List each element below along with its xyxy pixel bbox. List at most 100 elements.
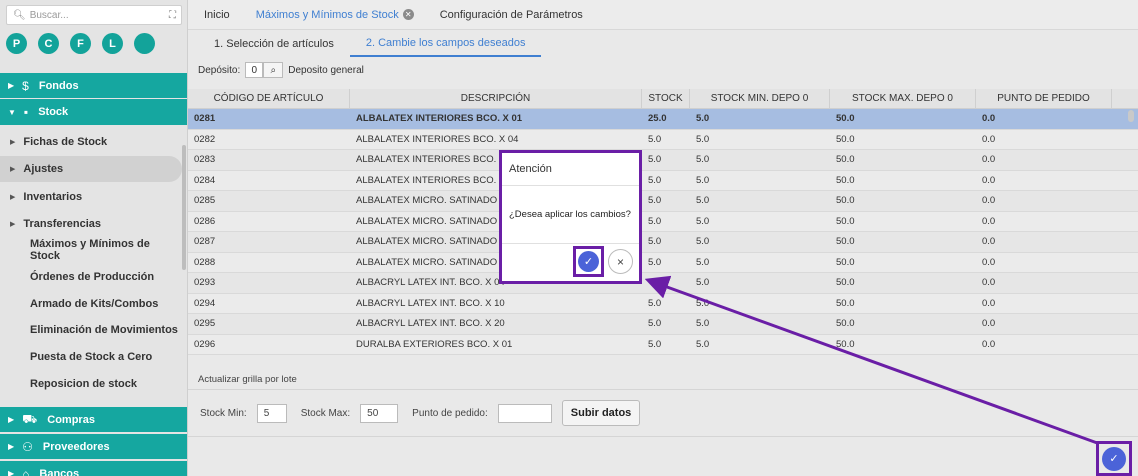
cell-stock-max: 50.0 — [836, 277, 855, 289]
sidebar-item-maximos-minimos[interactable]: Máximos y Mínimos de Stock — [0, 237, 182, 263]
cell-codigo: 0288 — [194, 256, 216, 268]
box-icon: ▪ — [23, 105, 29, 119]
search-icon: 🔍︎ — [13, 9, 26, 21]
cell-punto-pedido: 0.0 — [982, 154, 996, 166]
sidebar-section-fondos[interactable]: ▶ $ Fondos — [0, 73, 187, 98]
tab-inicio[interactable]: Inicio — [204, 9, 230, 21]
sidebar-item-puesta-stock-cero[interactable]: Puesta de Stock a Cero — [0, 344, 182, 370]
sidebar-section-stock[interactable]: ▼ ▪ Stock — [0, 99, 187, 125]
table-row[interactable]: 0288 ALBALATEX MICRO. SATINADO BC 5.0 5.0 50… — [188, 252, 1138, 273]
header-stock-min[interactable]: STOCK MIN. DEPO 0 — [690, 89, 830, 108]
expand-icon[interactable]: ⛶ — [169, 10, 176, 21]
cell-stock: 5.0 — [648, 297, 662, 309]
deposit-input[interactable]: 0 — [245, 62, 264, 78]
corner-confirm-button[interactable]: ✓ — [1102, 446, 1126, 471]
deposit-search-button[interactable]: ⌕ — [263, 62, 284, 78]
step-cambie-campos[interactable]: 2. Cambie los campos deseados — [349, 30, 542, 57]
close-icon: × — [616, 254, 624, 269]
cancel-button[interactable]: × — [608, 249, 633, 274]
sidebar-item-armado-kits[interactable]: Armado de Kits/Combos — [0, 291, 182, 317]
cell-stock-min: 5.0 — [696, 113, 710, 125]
table-row[interactable]: 0293 ALBACRYL LATEX INT. BCO. X 04 5.0 50.0… — [188, 273, 1138, 294]
sidebar-item-transferencias[interactable]: ▶ Transferencias — [0, 211, 182, 237]
sidebar-item-ajustes[interactable]: ▶ Ajustes — [0, 156, 182, 182]
confirm-highlight: ✓ — [573, 246, 604, 277]
module-p-button[interactable]: P — [6, 33, 27, 54]
sidebar-section-proveedores[interactable]: ▶ ⚇ Proveedores — [0, 434, 187, 459]
punto-pedido-input[interactable] — [497, 403, 552, 423]
table-row[interactable]: 0294 ALBACRYL LATEX INT. BCO. X 10 5.0 5.0 5… — [188, 293, 1138, 314]
cell-stock-min: 5.0 — [696, 154, 710, 166]
tab-bar: Inicio Máximos y Mínimos de Stock ✕ Conf… — [188, 0, 1138, 30]
module-f-button[interactable]: F — [70, 33, 91, 54]
cell-codigo: 0296 — [194, 338, 216, 350]
cell-punto-pedido: 0.0 — [982, 297, 996, 309]
module-l-button[interactable]: L — [102, 33, 123, 54]
cell-codigo: 0281 — [194, 113, 216, 125]
sidebar-item-eliminacion-movimientos[interactable]: Eliminación de Movimientos — [0, 317, 182, 343]
sidebar-scrollbar[interactable] — [182, 145, 186, 270]
table-row[interactable]: 0284 ALBALATEX INTERIORES BCO. X 2 5.0 5.0 5… — [188, 170, 1138, 191]
chevron-right-icon: ▶ — [10, 166, 16, 173]
table-row[interactable]: 0287 ALBALATEX MICRO. SATINADO BC 5.0 5.0 50… — [188, 232, 1138, 253]
stock-min-input[interactable]: 5 — [256, 403, 287, 423]
batch-update-title: Actualizar grilla por lote — [198, 374, 297, 385]
tab-maximos-minimos[interactable]: Máximos y Mínimos de Stock ✕ — [256, 9, 414, 21]
cell-codigo: 0284 — [194, 174, 216, 186]
header-stock-max[interactable]: STOCK MAX. DEPO 0 — [830, 89, 976, 108]
subir-datos-button[interactable]: Subir datos — [561, 400, 641, 426]
cell-stock-max: 50.0 — [836, 133, 855, 145]
step-seleccion[interactable]: 1. Selección de artículos — [198, 30, 350, 57]
table-row[interactable]: 0283 ALBALATEX INTERIORES BCO. X 1 5.0 5.0 5… — [188, 150, 1138, 171]
cell-stock-max: 50.0 — [836, 215, 855, 227]
sidebar-section-bancos[interactable]: ▶ ⌂ Bancos — [0, 461, 187, 476]
table-row[interactable]: 0286 ALBALATEX MICRO. SATINADO BC 5.0 5.0 50… — [188, 211, 1138, 232]
sidebar-item-reposicion-stock[interactable]: Reposicion de stock — [0, 371, 182, 397]
cell-descripcion: DURALBA EXTERIORES BCO. X 01 — [356, 338, 513, 350]
sidebar-item-label: Fichas de Stock — [23, 136, 108, 148]
table-row[interactable]: 0296 DURALBA EXTERIORES BCO. X 01 5.0 5.0 50… — [188, 334, 1138, 355]
cell-codigo: 0294 — [194, 297, 216, 309]
grid-scrollbar[interactable] — [1128, 110, 1134, 122]
chevron-right-icon: ▶ — [10, 221, 16, 228]
header-codigo[interactable]: CÓDIGO DE ARTÍCULO — [188, 89, 350, 108]
table-row[interactable]: 0295 ALBACRYL LATEX INT. BCO. X 20 5.0 5.0 5… — [188, 314, 1138, 335]
grid-body: 0281 ALBALATEX INTERIORES BCO. X 01 25.0 5.… — [188, 109, 1138, 355]
search-input[interactable]: 🔍︎ Buscar... ⛶ — [6, 5, 182, 25]
header-descripcion[interactable]: DESCRIPCIÓN — [350, 89, 642, 108]
cell-punto-pedido: 0.0 — [982, 215, 996, 227]
dialog-title: Atención — [502, 153, 639, 186]
sidebar-item-label: Transferencias — [23, 218, 102, 230]
close-tab-icon[interactable]: ✕ — [402, 9, 414, 20]
cell-descripcion: ALBACRYL LATEX INT. BCO. X 10 — [356, 297, 505, 309]
module-blank-button[interactable] — [134, 33, 155, 54]
module-c-button[interactable]: C — [38, 33, 59, 54]
cell-punto-pedido: 0.0 — [982, 318, 996, 330]
sidebar-section-compras[interactable]: ▶ ⛟ Compras — [0, 407, 187, 432]
stock-max-input[interactable]: 50 — [360, 403, 399, 423]
cell-stock-min: 5.0 — [696, 338, 710, 350]
chevron-right-icon: ▶ — [8, 469, 15, 476]
dialog-actions: ✓ × — [502, 244, 639, 281]
cell-punto-pedido: 0.0 — [982, 256, 996, 268]
cell-stock-min: 5.0 — [696, 133, 710, 145]
table-row[interactable]: 0281 ALBALATEX INTERIORES BCO. X 01 25.0 5.… — [188, 109, 1138, 130]
cell-stock: 25.0 — [648, 113, 667, 125]
cell-stock: 5.0 — [648, 236, 662, 248]
cell-codigo: 0286 — [194, 215, 216, 227]
search-icon: ⌕ — [270, 64, 277, 76]
cell-stock-max: 50.0 — [836, 297, 855, 309]
header-stock[interactable]: STOCK — [642, 89, 690, 108]
cell-stock: 5.0 — [648, 215, 662, 227]
cell-stock: 5.0 — [648, 338, 662, 350]
header-punto-pedido[interactable]: PUNTO DE PEDIDO — [976, 89, 1112, 108]
sidebar-item-ordenes-produccion[interactable]: Órdenes de Producción — [0, 264, 182, 290]
table-row[interactable]: 0282 ALBALATEX INTERIORES BCO. X 04 5.0 5.0… — [188, 129, 1138, 150]
sidebar-item-inventarios[interactable]: ▶ Inventarios — [0, 184, 182, 210]
confirm-button[interactable]: ✓ — [578, 251, 599, 272]
cell-stock-min: 5.0 — [696, 215, 710, 227]
sidebar-item-fichas-de-stock[interactable]: ▶ Fichas de Stock — [0, 129, 182, 155]
tab-configuracion[interactable]: Configuración de Parámetros — [440, 9, 583, 21]
table-row[interactable]: 0285 ALBALATEX MICRO. SATINADO BC 5.0 5.0 50… — [188, 191, 1138, 212]
stock-max-label: Stock Max: — [300, 407, 351, 419]
